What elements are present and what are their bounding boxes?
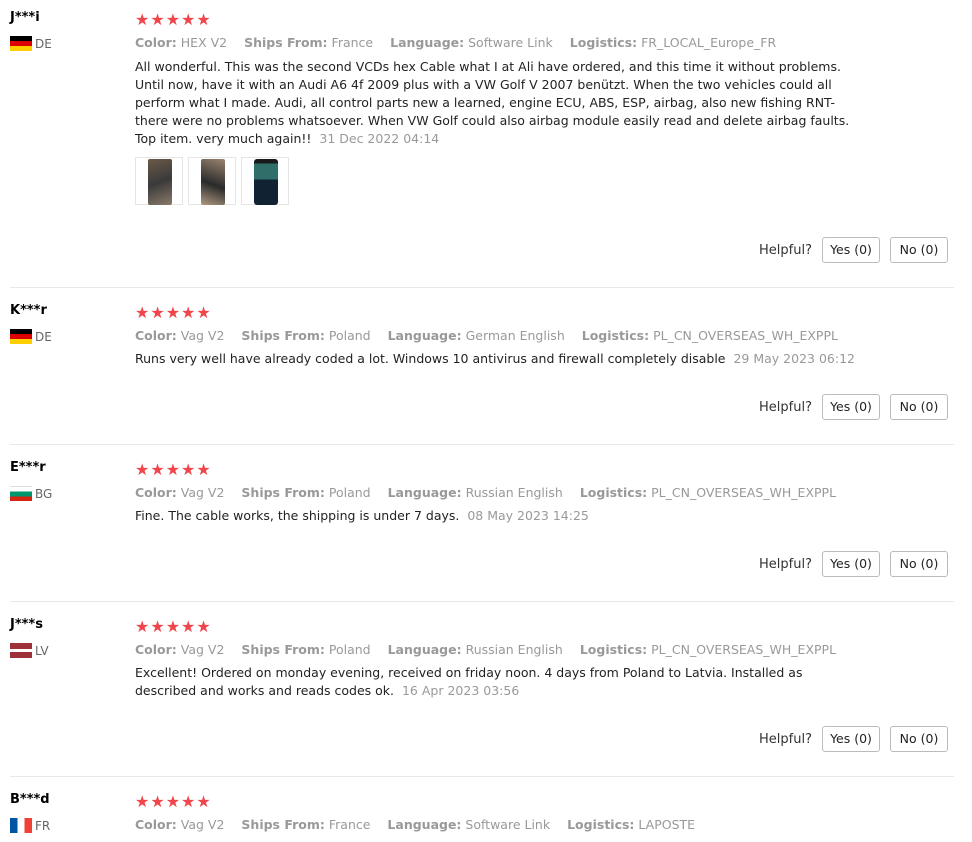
helpful-yes-button[interactable]: Yes (0) bbox=[822, 726, 880, 752]
review-item: E***r BG ★★★★★ Color: Vag V2 Ships From:… bbox=[0, 458, 954, 594]
review-item: B***d FR ★★★★★ Color: Vag V2 Ships From:… bbox=[0, 790, 954, 842]
reviewer-country: LV bbox=[10, 643, 49, 658]
helpful-yes-button[interactable]: Yes (0) bbox=[822, 394, 880, 420]
helpful-no-button[interactable]: No (0) bbox=[890, 237, 948, 263]
star-rating: ★★★★★ bbox=[135, 460, 212, 479]
review-item: J***i DE ★★★★★ Color: HEX V2 Ships From:… bbox=[0, 8, 954, 280]
reviewer-name: J***s bbox=[10, 617, 43, 632]
reviewer-country: DE bbox=[10, 36, 52, 51]
helpful-no-button[interactable]: No (0) bbox=[890, 726, 948, 752]
helpful-vote: Helpful? Yes (0) No (0) bbox=[759, 551, 948, 577]
star-rating: ★★★★★ bbox=[135, 303, 212, 322]
reviewer-country: FR bbox=[10, 818, 50, 833]
review-photo-thumbnail[interactable] bbox=[135, 157, 183, 205]
reviewer-country: BG bbox=[10, 486, 52, 501]
star-rating: ★★★★★ bbox=[135, 792, 212, 811]
helpful-yes-button[interactable]: Yes (0) bbox=[822, 551, 880, 577]
helpful-vote: Helpful? Yes (0) No (0) bbox=[759, 726, 948, 752]
helpful-vote: Helpful? Yes (0) No (0) bbox=[759, 237, 948, 263]
review-date: 29 May 2023 06:12 bbox=[733, 351, 855, 366]
reviewer-name: E***r bbox=[10, 460, 46, 475]
sku-info: Color: Vag V2 Ships From: Poland Languag… bbox=[135, 328, 838, 343]
sku-info: Color: Vag V2 Ships From: Poland Languag… bbox=[135, 642, 837, 657]
review-photo-thumbnail[interactable] bbox=[188, 157, 236, 205]
review-text: Fine. The cable works, the shipping is u… bbox=[135, 508, 589, 523]
helpful-no-button[interactable]: No (0) bbox=[890, 551, 948, 577]
reviewer-name: B***d bbox=[10, 792, 50, 807]
star-rating: ★★★★★ bbox=[135, 10, 212, 29]
helpful-vote: Helpful? Yes (0) No (0) bbox=[759, 394, 948, 420]
reviewer-country: DE bbox=[10, 329, 52, 344]
review-text: Runs very well have already coded a lot.… bbox=[135, 351, 855, 366]
divider bbox=[10, 601, 954, 602]
divider bbox=[10, 287, 954, 288]
review-date: 31 Dec 2022 04:14 bbox=[319, 131, 440, 146]
helpful-yes-button[interactable]: Yes (0) bbox=[822, 237, 880, 263]
star-rating: ★★★★★ bbox=[135, 617, 212, 636]
sku-info: Color: HEX V2 Ships From: France Languag… bbox=[135, 35, 777, 50]
review-text: All wonderful. This was the second VCDs … bbox=[135, 59, 850, 146]
germany-flag-icon bbox=[10, 36, 32, 51]
review-text: Excellent! Ordered on monday evening, re… bbox=[135, 665, 803, 698]
latvia-flag-icon bbox=[10, 643, 32, 658]
helpful-no-button[interactable]: No (0) bbox=[890, 394, 948, 420]
review-item: K***r DE ★★★★★ Color: Vag V2 Ships From:… bbox=[0, 301, 954, 437]
divider bbox=[10, 776, 954, 777]
reviewer-name: K***r bbox=[10, 303, 47, 318]
review-date: 16 Apr 2023 03:56 bbox=[401, 683, 520, 698]
reviewer-name: J***i bbox=[10, 10, 40, 25]
review-photo-thumbnail[interactable] bbox=[241, 157, 289, 205]
review-date: 08 May 2023 14:25 bbox=[467, 508, 589, 523]
bulgaria-flag-icon bbox=[10, 486, 32, 501]
sku-info: Color: Vag V2 Ships From: Poland Languag… bbox=[135, 485, 837, 500]
review-item: J***s LV ★★★★★ Color: Vag V2 Ships From:… bbox=[0, 615, 954, 770]
germany-flag-icon bbox=[10, 329, 32, 344]
review-photos bbox=[135, 157, 289, 205]
france-flag-icon bbox=[10, 818, 32, 833]
sku-info: Color: Vag V2 Ships From: France Languag… bbox=[135, 817, 696, 832]
divider bbox=[10, 444, 954, 445]
